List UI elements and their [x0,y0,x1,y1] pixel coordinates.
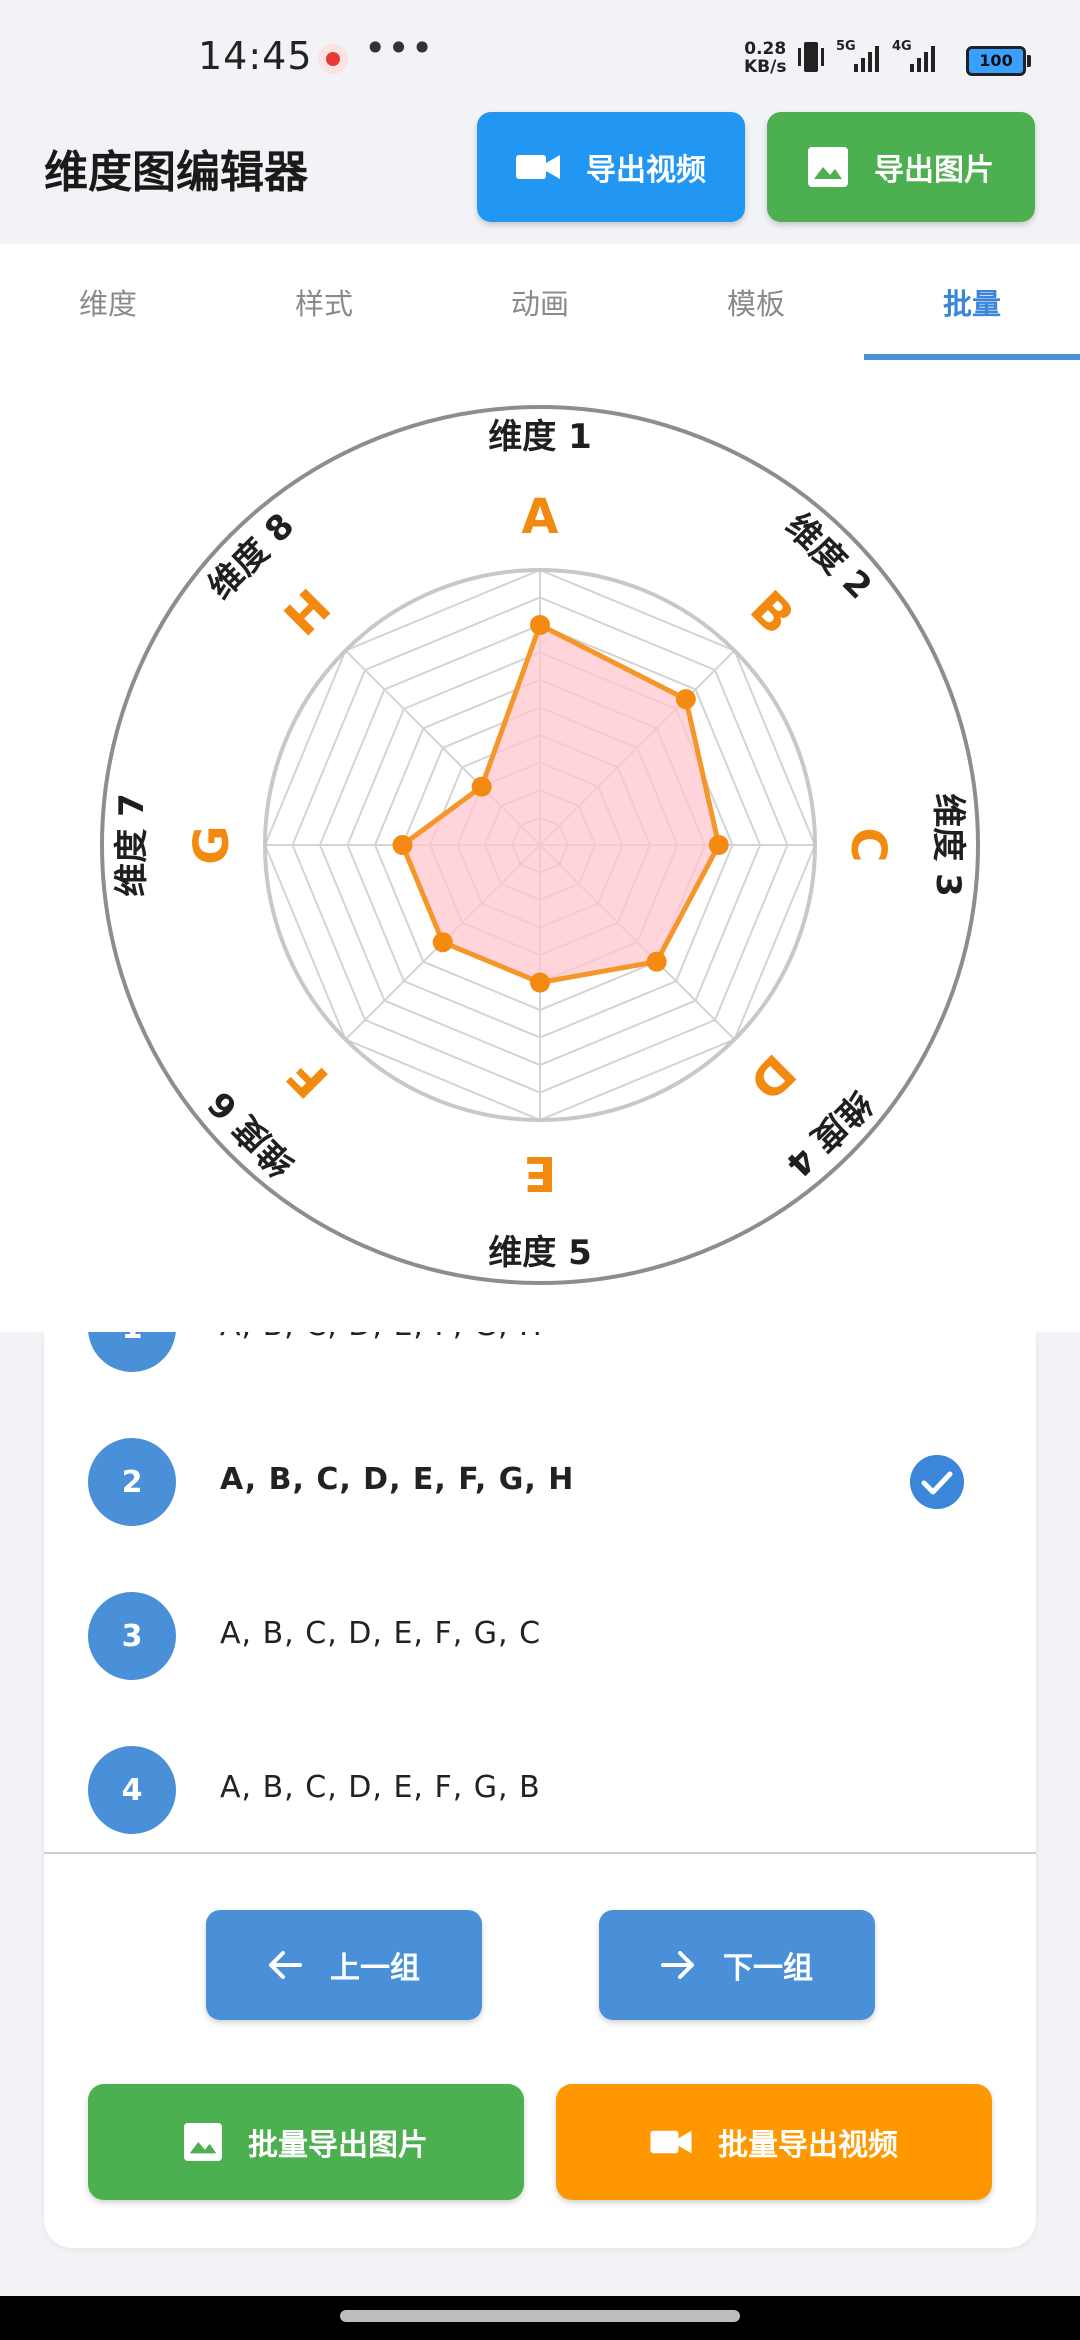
status-bar: 14:45 ••• 0.28 KB/s 5G 4G 100 [0,0,1080,112]
dimension-label-6: 维度 6 [201,1083,302,1184]
cellular-5g-icon: 5G [836,39,879,72]
svg-text:5G: 5G [836,39,856,54]
status-time: 14:45 [198,34,313,78]
image-icon [184,2123,222,2161]
group-number-badge: 2 [88,1438,176,1526]
group-row-1[interactable]: 1 A, B, C, D, E, F, G, H [44,1332,1036,1378]
axis-label-C: C [840,827,896,862]
group-number-badge: 1 [88,1332,176,1372]
cellular-4g-icon: 4G [892,39,935,72]
dimension-label-8: 维度 8 [201,506,302,607]
arrow-left-icon [269,1951,302,1979]
axis-label-F: F [277,1046,340,1109]
app-bar: 维度图编辑器 导出视频 导出图片 [0,112,1080,244]
dimension-label-1: 维度 1 [488,417,592,457]
tab-templates[interactable]: 模板 [648,244,864,360]
axis-label-G: G [184,825,240,864]
tab-dimensions[interactable]: 维度 [0,244,216,360]
group-dimensions: A, B, C, D, E, F, G, C [220,1616,542,1651]
axis-label-E: E [524,1145,557,1201]
export-image-label: 导出图片 [874,153,994,188]
batch-panel: 1 A, B, C, D, E, F, G, H 2 A, B, C, D, E… [44,1332,1036,2248]
group-dimensions: A, B, C, D, E, F, G, H [220,1332,543,1343]
dimension-label-2: 维度 2 [778,506,879,607]
data-point-H [471,776,492,797]
check-circle-icon [910,1455,964,1509]
data-point-E [530,972,550,993]
videocam-icon [516,155,560,179]
svg-text:4G: 4G [892,39,912,54]
tab-bar: 维度 样式 动画 模板 批量 [0,244,1080,360]
batch-export-video-label: 批量导出视频 [718,2128,898,2163]
batch-export-image-button[interactable]: 批量导出图片 [88,2084,524,2200]
axis-label-B: B [739,580,804,645]
group-number-badge: 3 [88,1592,176,1680]
group-list[interactable]: 1 A, B, C, D, E, F, G, H 2 A, B, C, D, E… [44,1332,1036,1852]
dimension-label-4: 维度 4 [778,1083,879,1184]
data-point-A [530,615,550,635]
tab-animation[interactable]: 动画 [432,244,648,360]
group-dimensions: A, B, C, D, E, F, G, B [220,1770,541,1805]
dimension-label-5: 维度 5 [488,1233,592,1273]
batch-export-video-button[interactable]: 批量导出视频 [556,2084,992,2200]
home-handle[interactable] [340,2310,740,2322]
axis-label-D: D [738,1043,806,1111]
export-video-button[interactable]: 导出视频 [477,112,745,222]
vibrate-icon [798,42,824,72]
data-point-C [708,835,729,855]
export-video-label: 导出视频 [586,153,706,188]
previous-group-label: 上一组 [330,1951,420,1986]
network-speed: 0.28 KB/s [744,39,787,77]
previous-group-button[interactable]: 上一组 [206,1910,482,2020]
dimension-label-3: 维度 3 [928,793,968,897]
data-point-F [432,932,453,953]
group-row-4[interactable]: 4 A, B, C, D, E, F, G, B [44,1740,1036,1840]
next-group-label: 下一组 [723,1951,813,1986]
more-notifications-icon: ••• [364,26,435,70]
data-point-D [646,951,667,972]
chart-area: A B C D E F G H 维度 1 维度 2 维度 3 维度 4 维度 5 维度 6 维度 7 维度 8 [0,360,1080,1332]
image-icon [808,147,848,187]
batch-export-image-label: 批量导出图片 [248,2128,428,2163]
group-dimensions: A, B, C, D, E, F, G, H [220,1462,575,1497]
videocam-icon [650,2130,692,2154]
axis-label-A: A [521,489,558,545]
app-title: 维度图编辑器 [44,147,308,198]
battery-icon: 100 [966,46,1031,76]
radar-chart[interactable]: A B C D E F G H 维度 1 维度 2 维度 3 维度 4 维度 5 维度 6 维度 7 维度 8 [0,360,1080,1332]
group-row-2[interactable]: 2 A, B, C, D, E, F, G, H [44,1432,1036,1532]
data-point-B [675,689,696,710]
tab-style[interactable]: 样式 [216,244,432,360]
export-image-button[interactable]: 导出图片 [767,112,1035,222]
dimension-label-7: 维度 7 [112,793,152,897]
recording-icon [318,44,348,74]
group-number-badge: 4 [88,1746,176,1834]
data-point-G [392,835,413,855]
arrow-right-icon [661,1951,694,1979]
divider [44,1852,1036,1854]
tab-batch[interactable]: 批量 [864,244,1080,360]
group-row-3[interactable]: 3 A, B, C, D, E, F, G, C [44,1586,1036,1686]
axis-label-H: H [274,579,342,647]
next-group-button[interactable]: 下一组 [599,1910,875,2020]
